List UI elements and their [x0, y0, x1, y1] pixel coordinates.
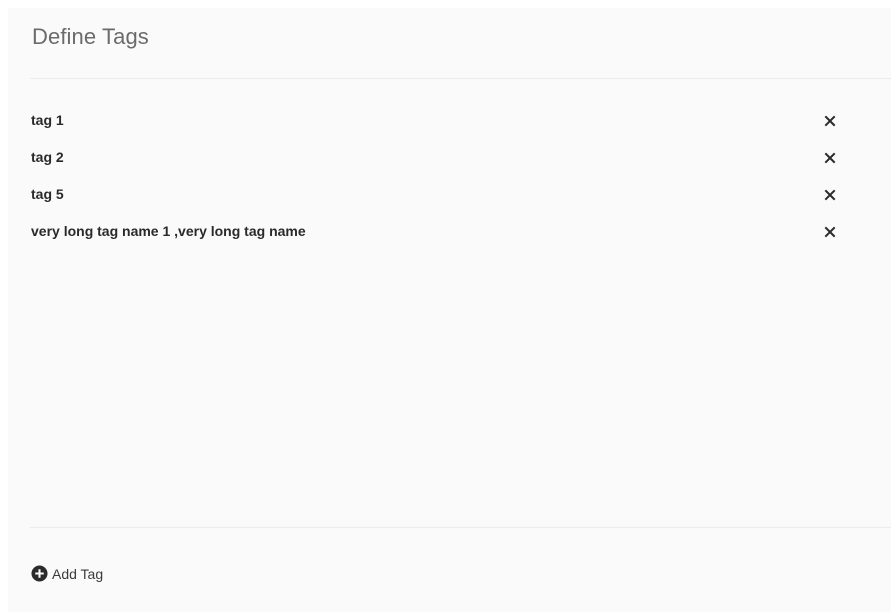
define-tags-panel: Define Tags tag 1 tag 2 tag 5 very long …: [8, 8, 891, 612]
tag-row: tag 2: [31, 147, 851, 184]
header-divider: [30, 78, 891, 79]
tag-label: tag 2: [31, 149, 64, 165]
dialog-title: Define Tags: [32, 24, 149, 49]
tag-label: tag 1: [31, 112, 64, 128]
remove-tag-button[interactable]: [823, 225, 837, 239]
close-icon: [824, 226, 836, 238]
footer-divider: [30, 527, 891, 528]
remove-tag-button[interactable]: [823, 114, 837, 128]
add-tag-button[interactable]: Add Tag: [31, 565, 103, 582]
close-icon: [824, 115, 836, 127]
tag-list: tag 1 tag 2 tag 5 very long tag name 1 ,…: [31, 110, 851, 258]
remove-tag-button[interactable]: [823, 188, 837, 202]
tag-label: tag 5: [31, 186, 64, 202]
tag-row: very long tag name 1 ,very long tag name: [31, 221, 851, 258]
close-icon: [824, 152, 836, 164]
tag-row: tag 1: [31, 110, 851, 147]
tag-row: tag 5: [31, 184, 851, 221]
remove-tag-button[interactable]: [823, 151, 837, 165]
close-icon: [824, 189, 836, 201]
plus-circle-icon: [31, 565, 48, 582]
tag-label: very long tag name 1 ,very long tag name: [31, 223, 306, 239]
add-tag-label: Add Tag: [52, 565, 104, 582]
